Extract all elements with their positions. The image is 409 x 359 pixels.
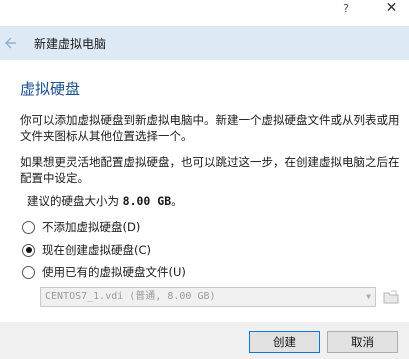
option-create-disk[interactable]: 现在创建虚拟硬盘(C) [22, 241, 151, 259]
suggest-suffix: 。 [171, 194, 183, 208]
close-button[interactable]: ✕ [374, 0, 409, 18]
help-button[interactable]: ? [337, 0, 355, 18]
existing-disk-value: CENTOS7_1.vdi (普通, 8.00 GB) [45, 291, 216, 302]
wizard-header: 新建虚拟电脑 [0, 26, 409, 60]
option-label: 现在创建虚拟硬盘(C) [42, 243, 152, 257]
radio-button[interactable] [22, 265, 35, 279]
folder-browse-icon[interactable] [382, 288, 400, 306]
option-label: 不添加虚拟硬盘(D) [42, 220, 141, 234]
page-title: 虚拟硬盘 [20, 80, 81, 98]
description-paragraph-2: 如果想更灵活地配置虚拟硬盘，也可以跳过这一步，在创建虚拟电脑之后在配置中设定。 [20, 155, 400, 185]
wizard-title: 新建虚拟电脑 [34, 37, 107, 51]
existing-disk-select[interactable]: CENTOS7_1.vdi (普通, 8.00 GB) ▼ [40, 287, 376, 307]
arrow-left-icon[interactable] [3, 36, 17, 50]
suggested-size-text: 建议的硬盘大小为 8.00 GB。 [27, 193, 183, 209]
radio-button[interactable] [22, 220, 35, 234]
suggest-size: 8.00 GB [122, 194, 172, 208]
chevron-down-icon: ▼ [366, 292, 371, 301]
option-no-disk[interactable]: 不添加虚拟硬盘(D) [22, 218, 140, 236]
folder-icon-svg [383, 290, 399, 304]
option-label: 使用已有的虚拟硬盘文件(U) [42, 265, 186, 279]
radio-button-checked[interactable] [22, 243, 35, 257]
cancel-button[interactable]: 取消 [327, 331, 398, 353]
description-paragraph-1: 你可以添加虚拟硬盘到新虚拟电脑中。新建一个虚拟硬盘文件或从列表或用文件夹图标从其… [20, 113, 400, 143]
title-bar: ? ✕ [0, 0, 409, 26]
suggest-prefix: 建议的硬盘大小为 [27, 194, 123, 208]
option-use-existing[interactable]: 使用已有的虚拟硬盘文件(U) [22, 263, 186, 281]
create-button[interactable]: 创建 [249, 331, 320, 353]
arrow-left-icon-svg [5, 37, 16, 49]
